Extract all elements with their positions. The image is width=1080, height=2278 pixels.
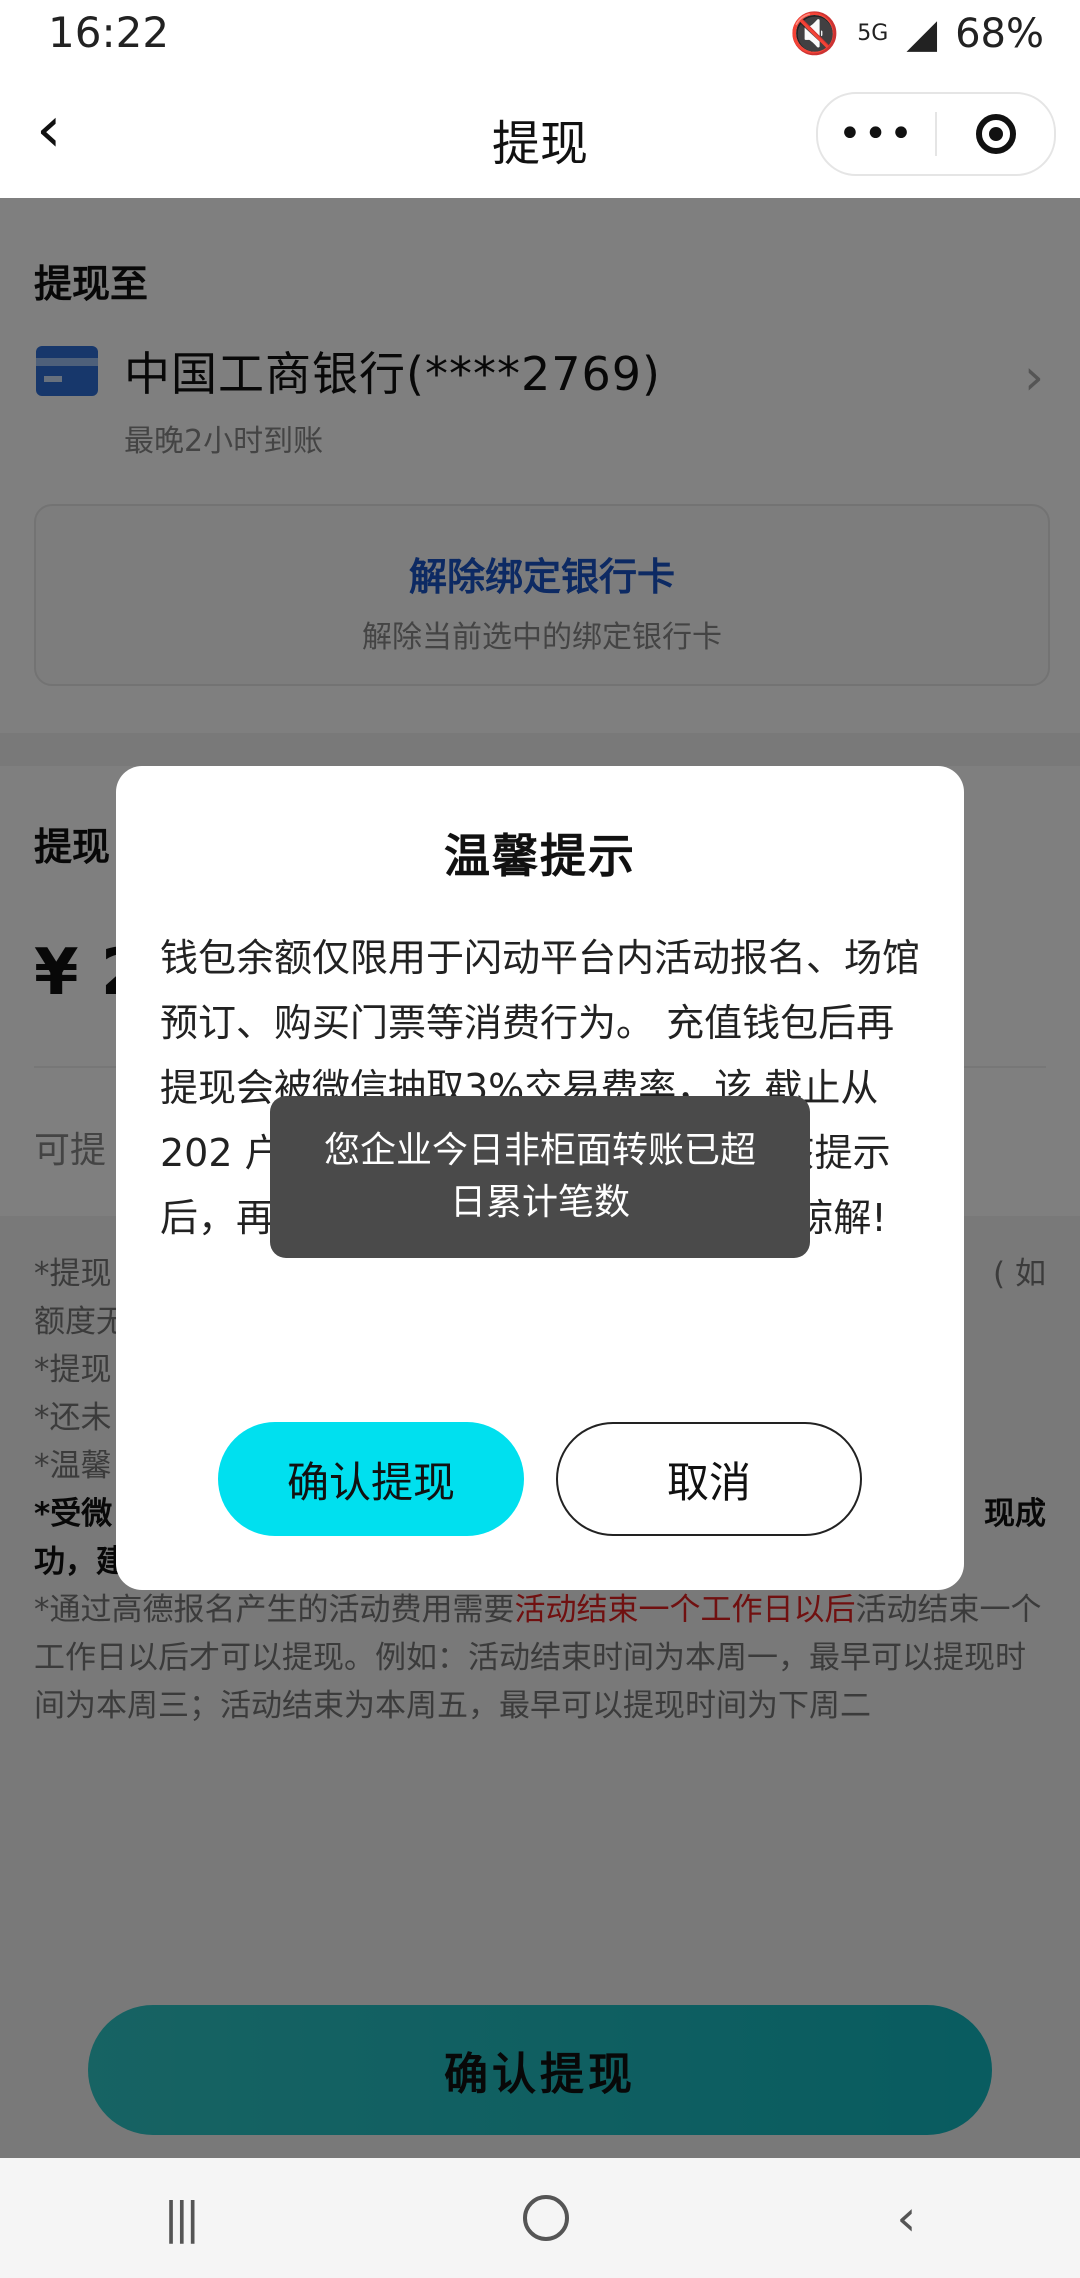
more-icon[interactable]: ••• bbox=[818, 111, 935, 157]
mini-program-capsule: ••• bbox=[816, 92, 1056, 176]
recent-apps-icon[interactable]: ||| bbox=[164, 2193, 201, 2244]
dialog-title: 温馨提示 bbox=[444, 829, 636, 883]
status-time: 16:22 bbox=[48, 8, 170, 57]
system-back-icon[interactable]: ‹ bbox=[896, 2189, 916, 2247]
target-icon bbox=[975, 114, 1016, 154]
mute-icon: 🔇 bbox=[789, 11, 840, 57]
status-bar: 16:22 🔇 5G ◢ 68% bbox=[0, 0, 1080, 70]
signal-icon: ◢ bbox=[906, 10, 938, 57]
status-icons: 🔇 5G ◢ 68% bbox=[789, 10, 1044, 58]
close-mini-program-button[interactable] bbox=[937, 114, 1054, 154]
dialog-confirm-button[interactable]: 确认提现 bbox=[218, 1422, 524, 1536]
system-nav-bar: ||| ‹ bbox=[0, 2158, 1080, 2278]
toast-text: 您企业今日非柜面转账已超日累计笔数 bbox=[323, 1130, 756, 1223]
signal-label: 5G bbox=[857, 21, 889, 46]
battery-level: 68% bbox=[955, 10, 1044, 57]
error-toast: 您企业今日非柜面转账已超日累计笔数 bbox=[270, 1096, 810, 1258]
dialog-cancel-button[interactable]: 取消 bbox=[556, 1422, 862, 1536]
home-icon[interactable] bbox=[523, 2195, 570, 2241]
nav-bar: ‹ 提现 ••• bbox=[0, 70, 1080, 198]
